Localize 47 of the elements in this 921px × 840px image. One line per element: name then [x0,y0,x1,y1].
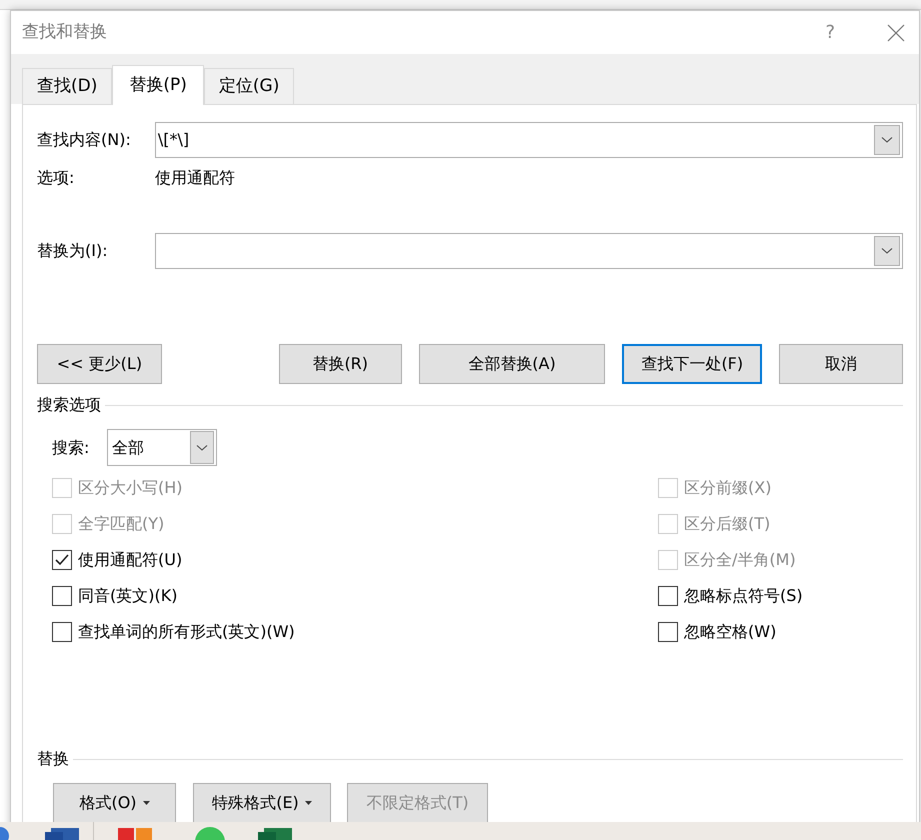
field-label: 替换为(I): [37,240,109,262]
dialog-button[interactable]: << 更少(L) [37,344,162,384]
checkbox-label: 区分前缀(X) [684,477,772,499]
section-title: 替换 [37,748,70,770]
search-dropdown[interactable]: 全部 [107,429,217,466]
checkbox-label: 区分大小写(H) [78,477,183,499]
tab[interactable]: 查找(D) [22,68,112,104]
checkbox-label: 使用通配符(U) [78,549,182,571]
tab[interactable]: 定位(G) [204,68,294,104]
chat-app-icon[interactable] [194,826,226,840]
chevron-icon [881,136,893,144]
tab[interactable]: 替换(P) [112,65,204,105]
checkbox-label: 区分后缀(T) [684,513,770,535]
dialog-button[interactable]: 查找下一处(F) [622,344,762,384]
format-button[interactable]: 特殊格式(E) [193,783,331,822]
checkbox[interactable] [658,622,678,642]
caret-icon [304,801,312,805]
checkbox-label: 忽略空格(W) [684,621,776,643]
excel-app-icon[interactable] [258,826,294,840]
chevron-icon [881,247,893,255]
dialog-button[interactable]: 全部替换(A) [418,344,606,384]
checkbox-label: 忽略标点符号(S) [684,585,803,607]
checkbox[interactable] [52,586,72,606]
window-title: 查找和替换 [22,20,107,44]
check-icon [54,553,70,567]
search-label: 搜索: [52,436,90,458]
checkbox-label: 全字匹配(Y) [78,513,164,535]
section-title: 搜索选项 [37,394,102,416]
format-button[interactable]: 格式(O) [53,783,176,822]
options-value: 使用通配符 [155,166,235,188]
dialog-button[interactable]: 取消 [779,344,904,384]
checkbox[interactable] [52,622,72,642]
checkbox[interactable] [52,550,72,570]
caret-icon [142,801,150,805]
dialog-button[interactable]: 替换(R) [278,344,402,384]
replace-field[interactable] [154,233,903,269]
chevron-icon [196,444,208,452]
options-label: 选项: [37,166,76,188]
checkbox-label: 查找单词的所有形式(英文)(W) [78,621,295,643]
checkbox-label: 同音(英文)(K) [78,585,178,607]
word-app-icon[interactable] [45,826,81,840]
close-icon[interactable] [887,24,905,42]
checkbox[interactable] [658,586,678,606]
app-icon[interactable] [118,826,154,840]
field-label: 查找内容(N): [37,129,132,151]
find-field[interactable]: \[*\] [154,122,903,158]
checkbox-label: 区分全/半角(M) [684,549,796,571]
